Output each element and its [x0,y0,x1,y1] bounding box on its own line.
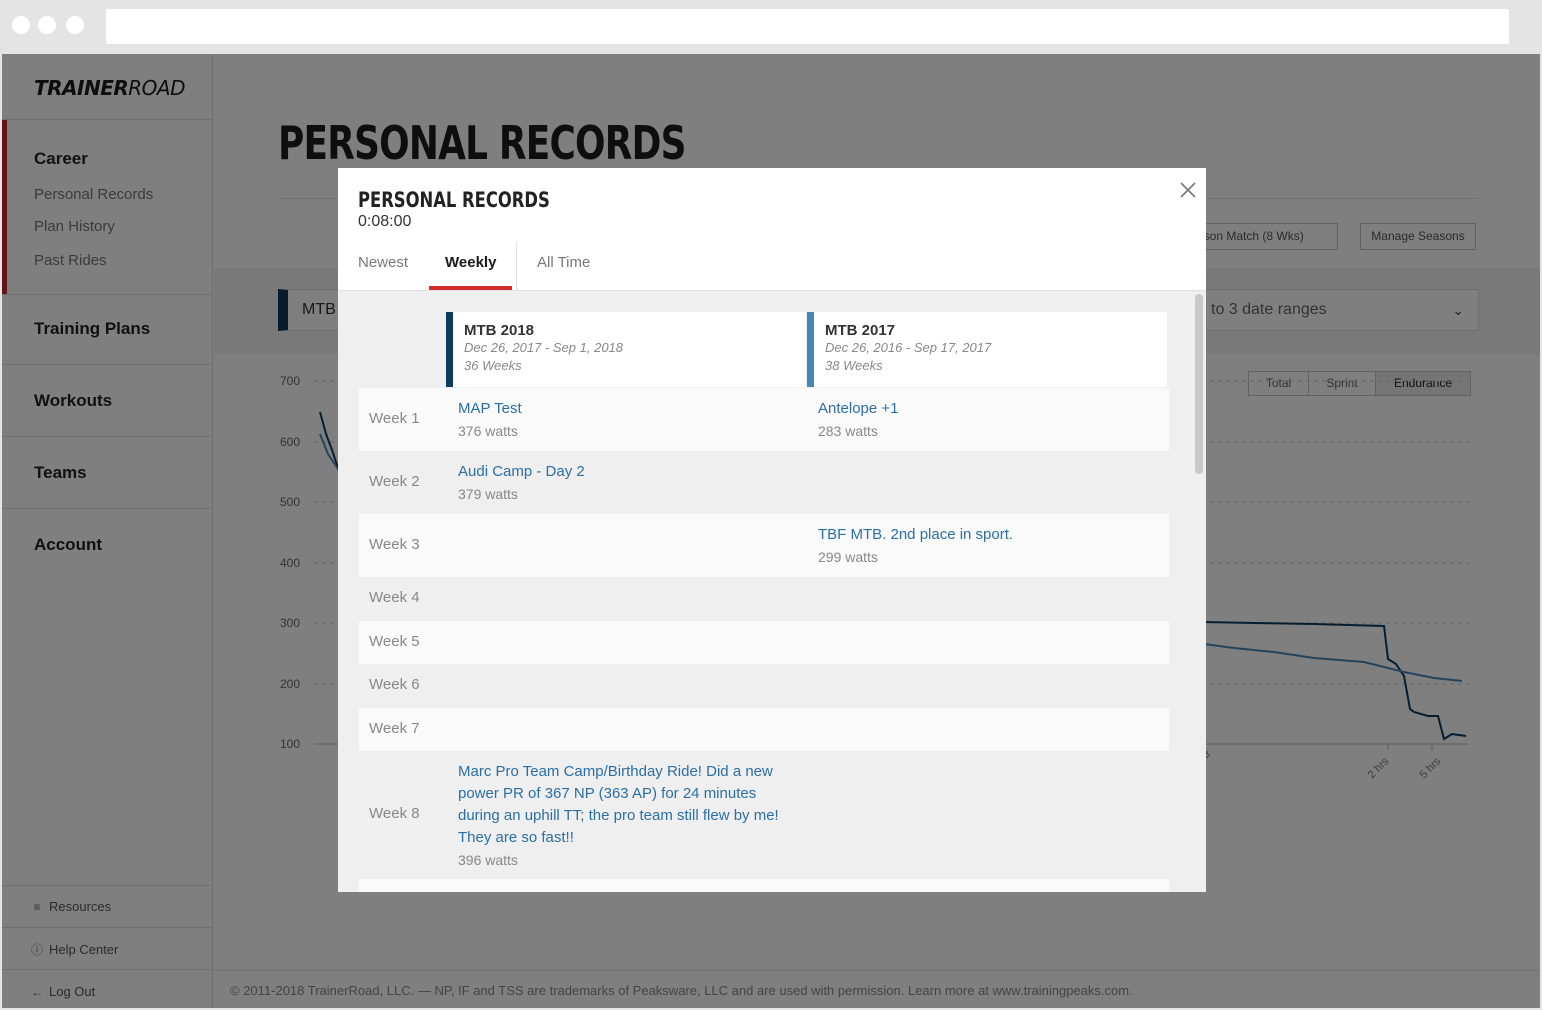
record-watts: 379 watts [458,486,518,502]
workout-link[interactable]: TBF MTB. 2nd place in sport. [818,524,1158,546]
tab-all-time[interactable]: All Time [537,254,590,271]
personal-records-modal: PERSONAL RECORDS 0:08:00 Newest Weekly A… [338,168,1206,892]
week-label: Week 5 [369,633,420,650]
record-entry: TBF MTB. 2nd place in sport. 299 watts [818,524,1158,568]
column-season-name: MTB 2018 [464,322,535,339]
workout-link[interactable]: Antelope +1 [818,398,1158,420]
window-maximize-dot[interactable] [66,16,84,34]
record-entry: Antelope +1 283 watts [818,398,1158,442]
workout-link[interactable]: Marc Pro Team Camp/Birthday Ride! Did a … [458,761,788,849]
weekly-records-table[interactable]: MTB 2018 Dec 26, 2017 - Sep 1, 2018 36 W… [338,291,1206,892]
modal-duration: 0:08:00 [358,213,412,230]
tab-newest[interactable]: Newest [358,254,408,271]
column-week-count: 36 Weeks [464,358,522,373]
week-label: Week 6 [369,676,420,693]
browser-chrome [0,0,1542,54]
workout-link[interactable]: MAP Test [458,398,798,420]
record-watts: 396 watts [458,852,518,868]
column-header-mtb-2017: MTB 2017 Dec 26, 2016 - Sep 17, 2017 38 … [807,312,1167,387]
record-watts: 376 watts [458,423,518,439]
table-row: Week 7 [359,708,1169,751]
week-label: Week 7 [369,720,420,737]
table-row: Week 4 [359,577,1169,621]
column-date-range: Dec 26, 2017 - Sep 1, 2018 [464,340,624,355]
modal-title: PERSONAL RECORDS [358,188,550,212]
column-week-count: 38 Weeks [825,358,883,373]
record-entry: Audi Camp - Day 2 379 watts [458,461,798,505]
scrollbar-thumb[interactable] [1195,294,1203,474]
week-label: Week 8 [369,805,420,822]
table-row: Week 8 Marc Pro Team Camp/Birthday Ride!… [359,751,1169,879]
table-row: Week 2 Audi Camp - Day 2 379 watts [359,451,1169,514]
close-icon[interactable] [1176,178,1200,202]
table-row [359,879,1169,892]
window-minimize-dot[interactable] [38,16,56,34]
table-row: Week 6 [359,664,1169,708]
week-label: Week 4 [369,589,420,606]
record-entry: MAP Test 376 watts [458,398,798,442]
week-label: Week 2 [369,473,420,490]
table-row: Week 1 MAP Test 376 watts Antelope +1 28… [359,388,1169,451]
column-season-name: MTB 2017 [825,322,896,339]
week-label: Week 3 [369,536,420,553]
column-header-mtb-2018: MTB 2018 Dec 26, 2017 - Sep 1, 2018 36 W… [446,312,806,387]
record-entry: Marc Pro Team Camp/Birthday Ride! Did a … [458,761,788,871]
record-watts: 299 watts [818,549,878,565]
table-row: Week 5 [359,621,1169,664]
tab-weekly[interactable]: Weekly [445,254,496,271]
week-label: Week 1 [369,410,420,427]
window-close-dot[interactable] [12,16,30,34]
address-bar[interactable] [106,9,1509,44]
table-row: Week 3 TBF MTB. 2nd place in sport. 299 … [359,514,1169,577]
record-watts: 283 watts [818,423,878,439]
column-date-range: Dec 26, 2016 - Sep 17, 2017 [825,340,992,355]
workout-link[interactable]: Audi Camp - Day 2 [458,461,798,483]
tab-divider [516,242,517,290]
